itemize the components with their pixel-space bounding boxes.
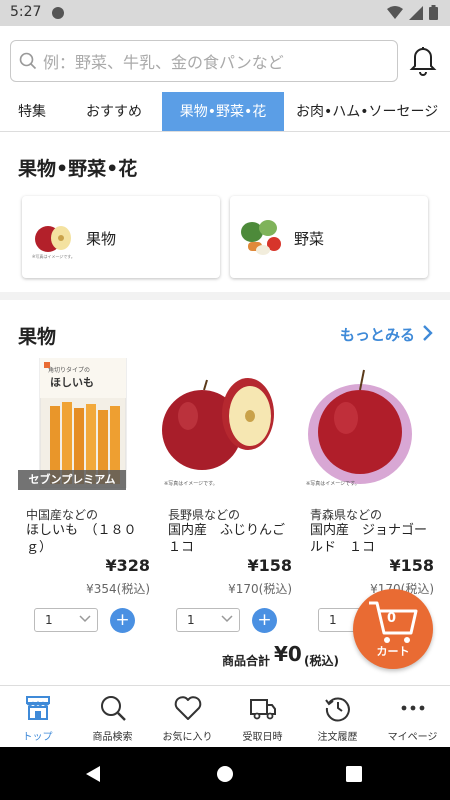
- nav-item-order-history[interactable]: 注文履歴: [300, 686, 375, 748]
- search-header: [0, 26, 450, 92]
- nav-item-mypage[interactable]: マイページ: [375, 686, 450, 748]
- product-image: ※写真はイメージです。: [306, 369, 412, 487]
- search-icon: [101, 696, 126, 721]
- product-image: 角切りタイプの ほしいも: [39, 358, 127, 488]
- tab-special[interactable]: 特集: [0, 92, 64, 131]
- more-link[interactable]: もっとみる: [340, 324, 415, 345]
- quantity-value: 1: [45, 613, 53, 627]
- nav-label: トップ: [22, 732, 53, 743]
- page-title: 果物•野菜•花: [18, 158, 138, 180]
- brand-badge: セブンプレミアム: [18, 470, 126, 490]
- nav-label: 商品検索: [92, 732, 133, 743]
- vegetable-thumbnail: [241, 220, 281, 255]
- svg-text:※写真はイメージです。: ※写真はイメージです。: [32, 253, 75, 259]
- nav-item-favorites[interactable]: お気に入り: [150, 686, 225, 748]
- product-image-label-main: ほしいも: [50, 376, 94, 389]
- nav-label: マイページ: [387, 732, 438, 743]
- wifi-icon: [387, 5, 403, 19]
- product-image-note: ※写真はイメージです。: [164, 480, 218, 487]
- status-icons: [387, 5, 438, 20]
- apple-thumbnail: ※写真はイメージです。: [32, 226, 75, 259]
- category-card-fruit[interactable]: ※写真はイメージです。 果物: [22, 196, 220, 278]
- total-label: 商品合計: [222, 654, 271, 668]
- tab-fruit-vegetable-flower[interactable]: 果物•野菜•花: [162, 92, 284, 131]
- bell-icon[interactable]: [409, 44, 437, 76]
- category-label-fruit: 果物: [86, 230, 117, 248]
- section-title: 果物: [18, 326, 57, 348]
- product-origin: 青森県などの: [310, 508, 383, 522]
- chevron-down-icon: [79, 615, 91, 623]
- status-bar: 5:27: [0, 0, 450, 26]
- add-to-cart-button[interactable]: +: [252, 608, 277, 633]
- product-price-tax: ¥354(税込): [86, 582, 150, 596]
- search-icon: [19, 52, 37, 70]
- cart-button[interactable]: 0 カート: [353, 589, 433, 669]
- notification-icon: [52, 7, 64, 19]
- product-price: ¥158: [247, 556, 292, 575]
- more-icon: [401, 705, 425, 711]
- store-icon: [26, 696, 50, 720]
- quantity-select[interactable]: 1: [176, 608, 240, 632]
- category-card-vegetable[interactable]: 野菜: [230, 196, 428, 278]
- chevron-down-icon: [221, 615, 233, 623]
- cart-count: 0: [387, 611, 397, 626]
- home-icon[interactable]: [216, 765, 234, 783]
- nav-label: 注文履歴: [317, 732, 358, 743]
- tab-recommended[interactable]: おすすめ: [70, 92, 158, 131]
- tab-meat-ham-sausage[interactable]: お肉•ハム•ソーセージ: [296, 92, 450, 131]
- category-label-vegetable: 野菜: [294, 230, 325, 248]
- chevron-right-icon[interactable]: [422, 324, 434, 342]
- add-to-cart-button[interactable]: +: [110, 608, 135, 633]
- quantity-value: 1: [187, 613, 195, 627]
- product-image-label-top: 角切りタイプの: [48, 366, 90, 374]
- product-image-note: ※写真はイメージです。: [306, 480, 360, 487]
- cart-label: カート: [376, 645, 410, 658]
- product-image: ※写真はイメージです。: [162, 378, 274, 487]
- product-price-tax: ¥170(税込): [228, 582, 292, 596]
- product-origin: 中国産などの: [26, 508, 99, 522]
- signal-icon: [409, 5, 423, 20]
- system-nav-bar: [0, 747, 450, 800]
- battery-icon: [429, 5, 438, 20]
- quantity-select[interactable]: 1: [34, 608, 98, 632]
- quantity-value: 1: [329, 613, 337, 627]
- search-input[interactable]: [43, 47, 389, 77]
- back-icon[interactable]: [84, 765, 102, 783]
- nav-item-top[interactable]: トップ: [0, 686, 75, 748]
- product-name: 国内産 ジョナゴールド １コ: [310, 523, 428, 555]
- bottom-nav: トップ 商品検索 お気に入り 受取日時 注文履歴 マイページ: [0, 685, 450, 747]
- product-price: ¥158: [389, 556, 434, 575]
- nav-item-search[interactable]: 商品検索: [75, 686, 150, 748]
- product-name: 国内産 ふじりんご １コ: [168, 523, 299, 555]
- product-card[interactable]: 角切りタイプの ほしいも セブンプレミアム 中国産などの ほしいも （１８０ｇ）…: [18, 358, 150, 638]
- category-tabs: 特集 おすすめ 果物•野菜•花 お肉•ハム•ソーセージ: [0, 92, 450, 132]
- truck-icon: [250, 699, 276, 720]
- history-icon: [325, 697, 350, 722]
- recents-icon[interactable]: [346, 766, 362, 782]
- product-name: ほしいも （１８０ｇ）: [26, 523, 137, 555]
- category-section: 果物•野菜•花 ※写真はイメージです。 果物 野菜: [0, 132, 450, 292]
- nav-item-pickup-time[interactable]: 受取日時: [225, 686, 300, 748]
- total-value: ¥0: [274, 642, 302, 666]
- nav-label: お気に入り: [162, 732, 213, 743]
- product-card[interactable]: ※写真はイメージです。 長野県などの 国内産 ふじりんご １コ ¥158 ¥17…: [160, 358, 299, 638]
- product-origin: 長野県などの: [168, 508, 241, 522]
- product-price: ¥328: [105, 556, 150, 575]
- nav-label: 受取日時: [242, 732, 283, 743]
- status-time: 5:27: [10, 4, 42, 20]
- total-tax: (税込): [304, 654, 339, 668]
- search-box[interactable]: [10, 40, 398, 82]
- heart-icon: [174, 696, 202, 720]
